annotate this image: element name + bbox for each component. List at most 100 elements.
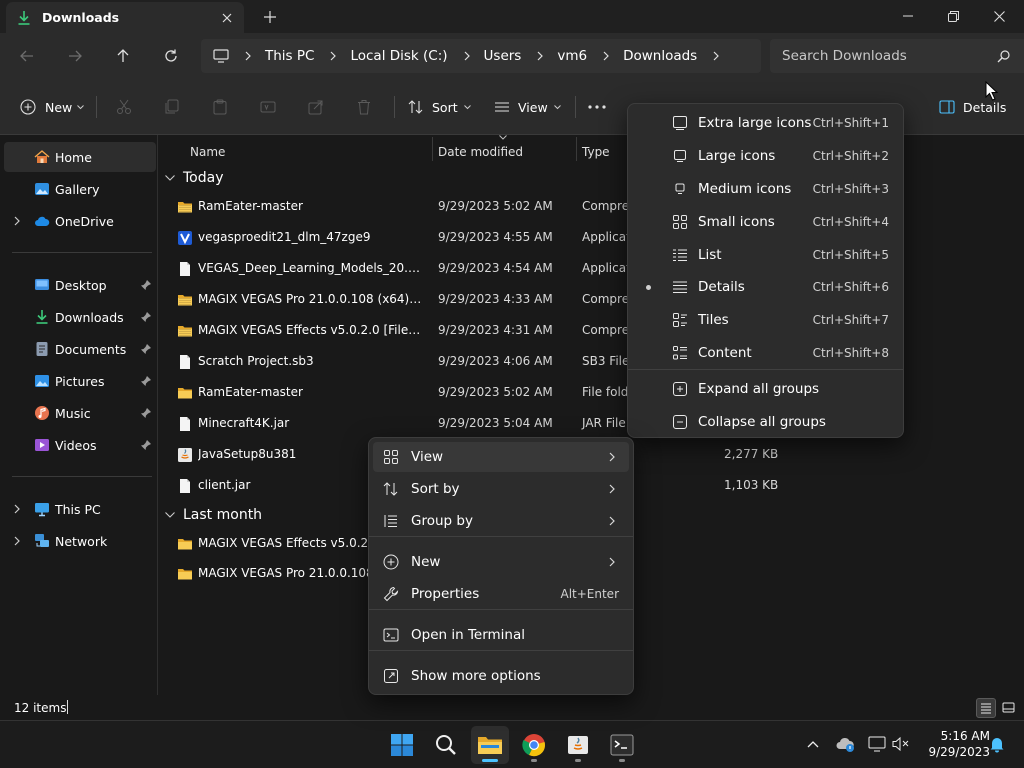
context-menu-item-group-by[interactable]: Group by [373, 506, 629, 536]
chevron-right-icon[interactable] [599, 49, 613, 63]
sidebar-item-videos[interactable]: Videos [4, 430, 156, 460]
view-menu-item-small-icons[interactable]: Small icons Ctrl+Shift+4 [632, 207, 899, 237]
pin-icon[interactable] [140, 407, 152, 419]
divider[interactable] [576, 137, 577, 161]
chevron-right-icon[interactable] [14, 503, 26, 515]
more-button[interactable] [588, 92, 606, 122]
pin-icon[interactable] [140, 439, 152, 451]
sidebar-item-documents[interactable]: Documents [4, 334, 156, 364]
search-taskbar-button[interactable] [427, 726, 465, 764]
chevron-right-icon[interactable] [460, 49, 474, 63]
notifications-button[interactable] [986, 733, 1008, 755]
volume-tray-button[interactable] [890, 733, 912, 755]
share-button[interactable] [308, 92, 324, 122]
column-header-type[interactable]: Type [582, 139, 610, 165]
view-menu-item-extra-large-icons[interactable]: Extra large icons Ctrl+Shift+1 [632, 108, 899, 138]
details-view-toggle[interactable] [976, 698, 996, 718]
minimize-button[interactable] [885, 0, 931, 32]
back-button[interactable] [11, 41, 43, 71]
new-button[interactable]: New [20, 92, 85, 122]
java-taskbar-button[interactable] [559, 726, 597, 764]
network-tray-button[interactable] [866, 733, 888, 755]
view-menu-item-content[interactable]: Content Ctrl+Shift+8 [632, 338, 899, 368]
maximize-button[interactable] [930, 0, 976, 32]
up-button[interactable] [107, 41, 139, 71]
chevron-right-icon[interactable] [14, 215, 26, 227]
sidebar-item-label: Videos [55, 437, 97, 453]
sidebar-item-downloads[interactable]: Downloads [4, 302, 156, 332]
sidebar-item-onedrive[interactable]: OneDrive [4, 206, 156, 236]
sidebar-item-music[interactable]: Music [4, 398, 156, 428]
chevron-right-icon[interactable] [241, 49, 255, 63]
cut-button[interactable] [116, 92, 132, 122]
column-header-date[interactable]: Date modified [438, 139, 523, 165]
sort-button[interactable]: Sort [408, 92, 471, 122]
breadcrumb-local-disk[interactable]: Local Disk (C:) [350, 48, 447, 64]
delete-button[interactable] [356, 92, 372, 122]
breadcrumb-downloads[interactable]: Downloads [623, 48, 697, 64]
new-tab-button[interactable] [256, 4, 284, 30]
context-menu-item-new[interactable]: New [373, 547, 629, 577]
view-menu-item-tiles[interactable]: Tiles Ctrl+Shift+7 [632, 305, 899, 335]
search-box[interactable] [770, 39, 1024, 73]
rename-button[interactable] [260, 92, 276, 122]
pin-icon[interactable] [140, 375, 152, 387]
system-clock[interactable]: 5:16 AM 9/29/2023 [918, 728, 990, 760]
search-input[interactable] [782, 48, 997, 64]
context-menu-item-show-more-options[interactable]: Show more options [373, 661, 629, 691]
sidebar-item-home[interactable]: Home [4, 142, 156, 172]
view-button[interactable]: View [494, 92, 561, 122]
sidebar-item-desktop[interactable]: Desktop [4, 270, 156, 300]
view-menu-item-collapse-all-groups[interactable]: Collapse all groups [632, 407, 899, 437]
context-menu: View Sort by Group by New Properties Alt+Ente… [368, 437, 634, 695]
file-explorer-taskbar-button[interactable] [471, 726, 509, 764]
mouse-cursor-icon [985, 81, 999, 101]
paste-button[interactable] [212, 92, 228, 122]
group-header-last-month[interactable]: Last month [165, 503, 262, 527]
tiles-view-toggle[interactable] [998, 698, 1018, 718]
close-window-button[interactable] [976, 0, 1022, 32]
sidebar-item-network[interactable]: Network [4, 526, 156, 556]
chevron-right-icon[interactable] [326, 49, 340, 63]
sidebar-item-this-pc[interactable]: This PC [4, 494, 156, 524]
view-menu-item-details[interactable]: Details Ctrl+Shift+6 [632, 272, 899, 302]
refresh-button[interactable] [155, 41, 187, 71]
view-label: View [518, 99, 548, 115]
tab-downloads[interactable]: Downloads [6, 2, 244, 33]
copy-button[interactable] [164, 92, 180, 122]
view-menu-item-medium-icons[interactable]: Medium icons Ctrl+Shift+3 [632, 174, 899, 204]
sidebar-item-gallery[interactable]: Gallery [4, 174, 156, 204]
view-menu-item-list[interactable]: List Ctrl+Shift+5 [632, 240, 899, 270]
context-menu-item-open-in-terminal[interactable]: Open in Terminal [373, 620, 629, 650]
sidebar-item-pictures[interactable]: Pictures [4, 366, 156, 396]
divider[interactable] [432, 137, 433, 161]
chevron-right-icon[interactable] [14, 535, 26, 547]
close-tab-button[interactable] [214, 5, 240, 31]
start-button[interactable] [383, 726, 421, 764]
view-menu-item-large-icons[interactable]: Large icons Ctrl+Shift+2 [632, 141, 899, 171]
pin-icon[interactable] [140, 311, 152, 323]
context-menu-item-view[interactable]: View [373, 442, 629, 472]
collapse-icon [672, 414, 688, 430]
chevron-right-icon[interactable] [709, 49, 723, 63]
chevron-right-icon[interactable] [533, 49, 547, 63]
group-header-today[interactable]: Today [165, 166, 224, 190]
divider [369, 650, 633, 651]
breadcrumb-this-pc[interactable]: This PC [265, 48, 314, 64]
terminal-taskbar-button[interactable] [603, 726, 641, 764]
context-menu-item-properties[interactable]: Properties Alt+Enter [373, 579, 629, 609]
pin-icon[interactable] [140, 279, 152, 291]
onedrive-tray-button[interactable] [834, 733, 856, 755]
forward-button[interactable] [59, 41, 91, 71]
zip-folder-icon [177, 199, 193, 215]
context-menu-item-sort-by[interactable]: Sort by [373, 474, 629, 504]
chrome-taskbar-button[interactable] [515, 726, 553, 764]
breadcrumb-vm6[interactable]: vm6 [557, 48, 587, 64]
pin-icon[interactable] [140, 343, 152, 355]
close-icon [993, 10, 1005, 22]
address-bar[interactable]: This PC Local Disk (C:) Users vm6 Downlo… [201, 39, 761, 73]
column-header-name[interactable]: Name [190, 139, 225, 165]
show-hidden-icons-button[interactable] [802, 733, 824, 755]
view-menu-item-expand-all-groups[interactable]: Expand all groups [632, 374, 899, 404]
breadcrumb-users[interactable]: Users [484, 48, 522, 64]
